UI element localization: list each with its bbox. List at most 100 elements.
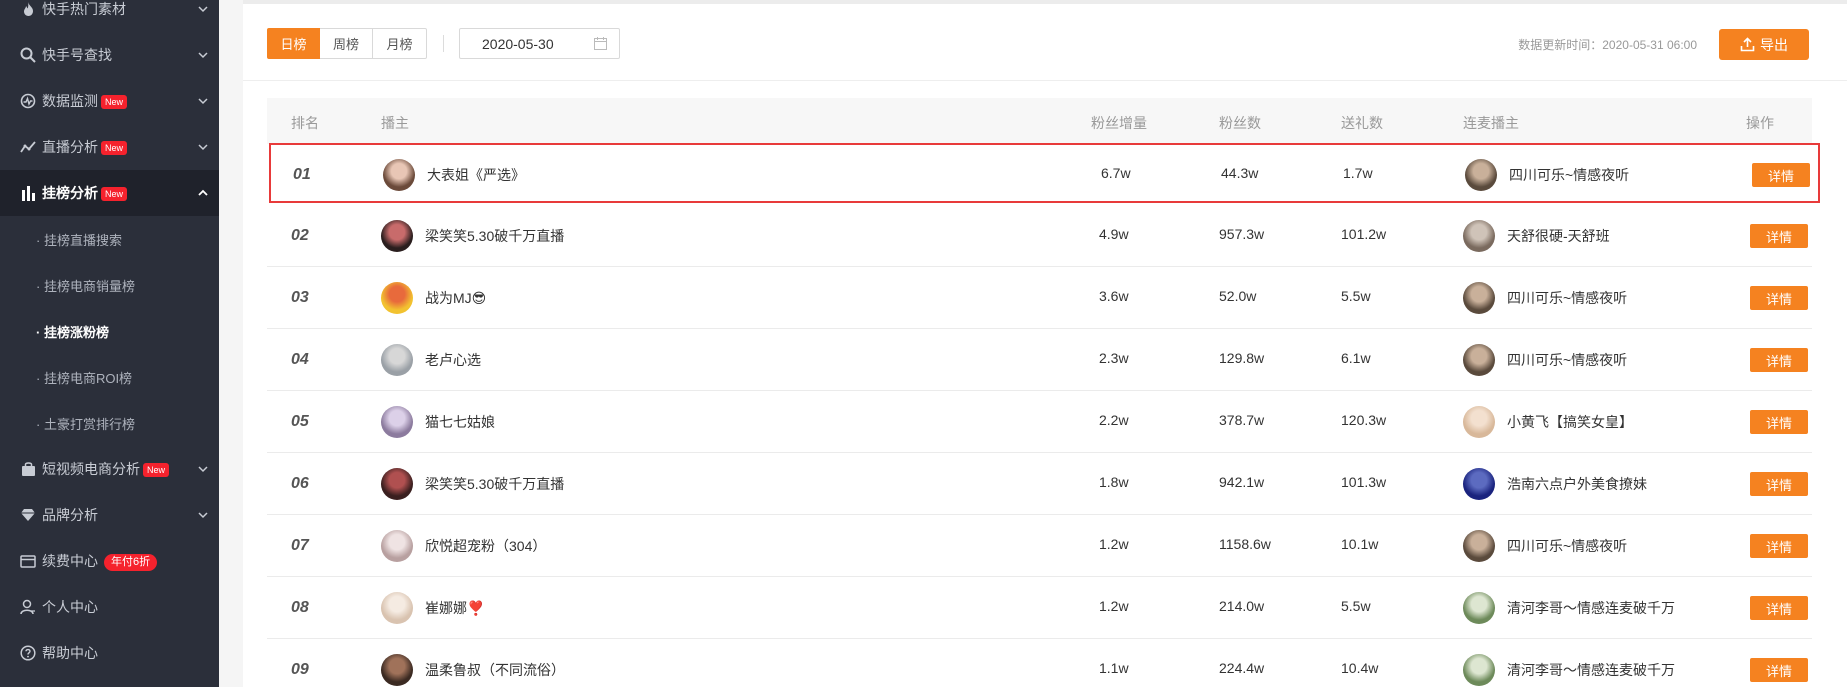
host-name[interactable]: 欣悦超宠粉（304） xyxy=(425,536,546,556)
table-row: 03 战为MJ😎 3.6w 52.0w 5.5w 四川可乐~情感夜听 详情 xyxy=(267,268,1812,329)
avatar[interactable] xyxy=(383,159,415,191)
tab-daily[interactable]: 日榜 xyxy=(267,28,320,59)
host-name[interactable]: 猫七七姑娘 xyxy=(425,412,495,432)
linked-host-name[interactable]: 天舒很硬-天舒班 xyxy=(1507,226,1610,246)
fan-growth: 1.2w xyxy=(1099,598,1129,614)
search-icon xyxy=(19,46,37,64)
host-name[interactable]: 大表姐《严选》 xyxy=(427,165,525,185)
export-button[interactable]: 导出 xyxy=(1719,29,1809,60)
linked-host-name[interactable]: 清河李哥～情感连麦破千万 xyxy=(1507,598,1675,618)
header-rank: 排名 xyxy=(291,115,319,131)
linked-host-name[interactable]: 四川可乐~情感夜听 xyxy=(1507,536,1627,556)
linked-avatar[interactable] xyxy=(1463,592,1495,624)
sidebar-item-ranking-analysis[interactable]: 挂榜分析 New xyxy=(0,170,219,216)
header-host: 播主 xyxy=(381,115,409,131)
date-picker[interactable]: 2020-05-30 xyxy=(459,28,620,59)
linked-host-name[interactable]: 浩南六点户外美食撩妹 xyxy=(1507,474,1647,494)
detail-button[interactable]: 详情 xyxy=(1750,348,1808,372)
linked-avatar[interactable] xyxy=(1463,282,1495,314)
monitor-icon xyxy=(19,92,37,110)
detail-button[interactable]: 详情 xyxy=(1750,534,1808,558)
detail-button[interactable]: 详情 xyxy=(1750,596,1808,620)
avatar[interactable] xyxy=(381,468,413,500)
fans: 214.0w xyxy=(1219,598,1265,614)
linked-avatar[interactable] xyxy=(1463,406,1495,438)
linked-avatar[interactable] xyxy=(1463,220,1495,252)
sub-item-fan-growth-rank[interactable]: · 挂榜涨粉榜 xyxy=(0,308,219,354)
new-badge: New xyxy=(101,187,128,202)
sub-item-sales-rank[interactable]: · 挂榜电商销量榜 xyxy=(0,262,219,308)
sidebar-item-renewal-center[interactable]: 续费中心 年付6折 xyxy=(0,538,219,584)
host-name[interactable]: 战为MJ😎 xyxy=(425,288,486,308)
avatar[interactable] xyxy=(381,220,413,252)
detail-button[interactable]: 详情 xyxy=(1750,224,1808,248)
host-name[interactable]: 崔娜娜❣️ xyxy=(425,598,484,618)
sidebar-item-hot-materials[interactable]: 快手热门素材 xyxy=(0,0,219,32)
detail-button[interactable]: 详情 xyxy=(1752,163,1810,187)
linked-avatar[interactable] xyxy=(1463,468,1495,500)
linked-host-name[interactable]: 四川可乐~情感夜听 xyxy=(1507,350,1627,370)
gifts: 10.4w xyxy=(1341,660,1379,676)
avatar[interactable] xyxy=(381,344,413,376)
chevron-down-icon xyxy=(198,466,208,473)
table-row: 07 欣悦超宠粉（304） 1.2w 1158.6w 10.1w 四川可乐~情感夜听 详情 xyxy=(267,516,1812,577)
avatar[interactable] xyxy=(381,406,413,438)
fan-growth: 3.6w xyxy=(1099,288,1129,304)
table-row: 05 猫七七姑娘 2.2w 378.7w 120.3w 小黄飞【搞笑女皇】 详情 xyxy=(267,392,1812,453)
linked-host-name[interactable]: 清河李哥～情感连麦破千万 xyxy=(1507,660,1675,680)
avatar[interactable] xyxy=(381,282,413,314)
host-name[interactable]: 梁笑笑5.30破千万直播 xyxy=(425,474,564,494)
main-panel: 日榜 周榜 月榜 2020-05-30 数据更新时间：2020-05-31 06… xyxy=(243,0,1847,687)
linked-host-name[interactable]: 小黄飞【搞笑女皇】 xyxy=(1507,412,1633,432)
host-name[interactable]: 老卢心选 xyxy=(425,350,481,370)
linked-host-name[interactable]: 四川可乐~情感夜听 xyxy=(1507,288,1627,308)
detail-button[interactable]: 详情 xyxy=(1750,658,1808,682)
sidebar-item-label: 续费中心 xyxy=(42,553,98,569)
sidebar-item-brand-analysis[interactable]: 品牌分析 xyxy=(0,492,219,538)
gifts: 1.7w xyxy=(1343,165,1373,181)
sidebar-item-live-analysis[interactable]: 直播分析 New xyxy=(0,124,219,170)
sidebar-item-label: 快手号查找 xyxy=(42,47,112,63)
linked-avatar[interactable] xyxy=(1463,344,1495,376)
rank: 08 xyxy=(291,599,309,616)
avatar[interactable] xyxy=(381,530,413,562)
sidebar-item-personal-center[interactable]: 个人中心 xyxy=(0,584,219,630)
avatar[interactable] xyxy=(381,654,413,686)
upload-icon xyxy=(1740,37,1755,52)
sub-item-tipping-rank[interactable]: · 土豪打赏排行榜 xyxy=(0,400,219,446)
linked-host-name[interactable]: 四川可乐~情感夜听 xyxy=(1509,165,1629,185)
rank: 06 xyxy=(291,475,309,492)
fan-growth: 2.2w xyxy=(1099,412,1129,428)
sidebar-item-help-center[interactable]: 帮助中心 xyxy=(0,630,219,676)
header-linked-host: 连麦播主 xyxy=(1463,115,1519,131)
detail-button[interactable]: 详情 xyxy=(1750,410,1808,434)
sidebar-item-data-monitor[interactable]: 数据监测 New xyxy=(0,78,219,124)
fan-growth: 1.1w xyxy=(1099,660,1129,676)
rank: 04 xyxy=(291,351,309,368)
host-name[interactable]: 梁笑笑5.30破千万直播 xyxy=(425,226,564,246)
bar-chart-icon xyxy=(19,184,37,202)
sub-item-roi-rank[interactable]: · 挂榜电商ROI榜 xyxy=(0,354,219,400)
rank: 03 xyxy=(291,289,309,306)
avatar[interactable] xyxy=(381,592,413,624)
sub-item-live-search[interactable]: · 挂榜直播搜索 xyxy=(0,216,219,262)
table-row: 06 梁笑笑5.30破千万直播 1.8w 942.1w 101.3w 浩南六点户外美食撩妹… xyxy=(267,454,1812,515)
tab-weekly[interactable]: 周榜 xyxy=(320,28,373,59)
linked-avatar[interactable] xyxy=(1463,530,1495,562)
chevron-down-icon xyxy=(198,52,208,59)
linked-avatar[interactable] xyxy=(1463,654,1495,686)
linked-avatar[interactable] xyxy=(1465,159,1497,191)
fan-growth: 6.7w xyxy=(1101,165,1131,181)
sidebar-item-account-search[interactable]: 快手号查找 xyxy=(0,32,219,78)
tab-monthly[interactable]: 月榜 xyxy=(373,28,427,59)
fans: 224.4w xyxy=(1219,660,1265,676)
gifts: 120.3w xyxy=(1341,412,1387,428)
trend-icon xyxy=(19,138,37,156)
detail-button[interactable]: 详情 xyxy=(1750,286,1808,310)
host-name[interactable]: 温柔鲁叔（不同流俗） xyxy=(425,660,565,680)
sidebar-item-label: 个人中心 xyxy=(42,599,98,615)
chevron-down-icon xyxy=(198,98,208,105)
fans: 1158.6w xyxy=(1219,536,1271,552)
detail-button[interactable]: 详情 xyxy=(1750,472,1808,496)
sidebar-item-short-video-ecommerce[interactable]: 短视频电商分析 New xyxy=(0,446,219,492)
